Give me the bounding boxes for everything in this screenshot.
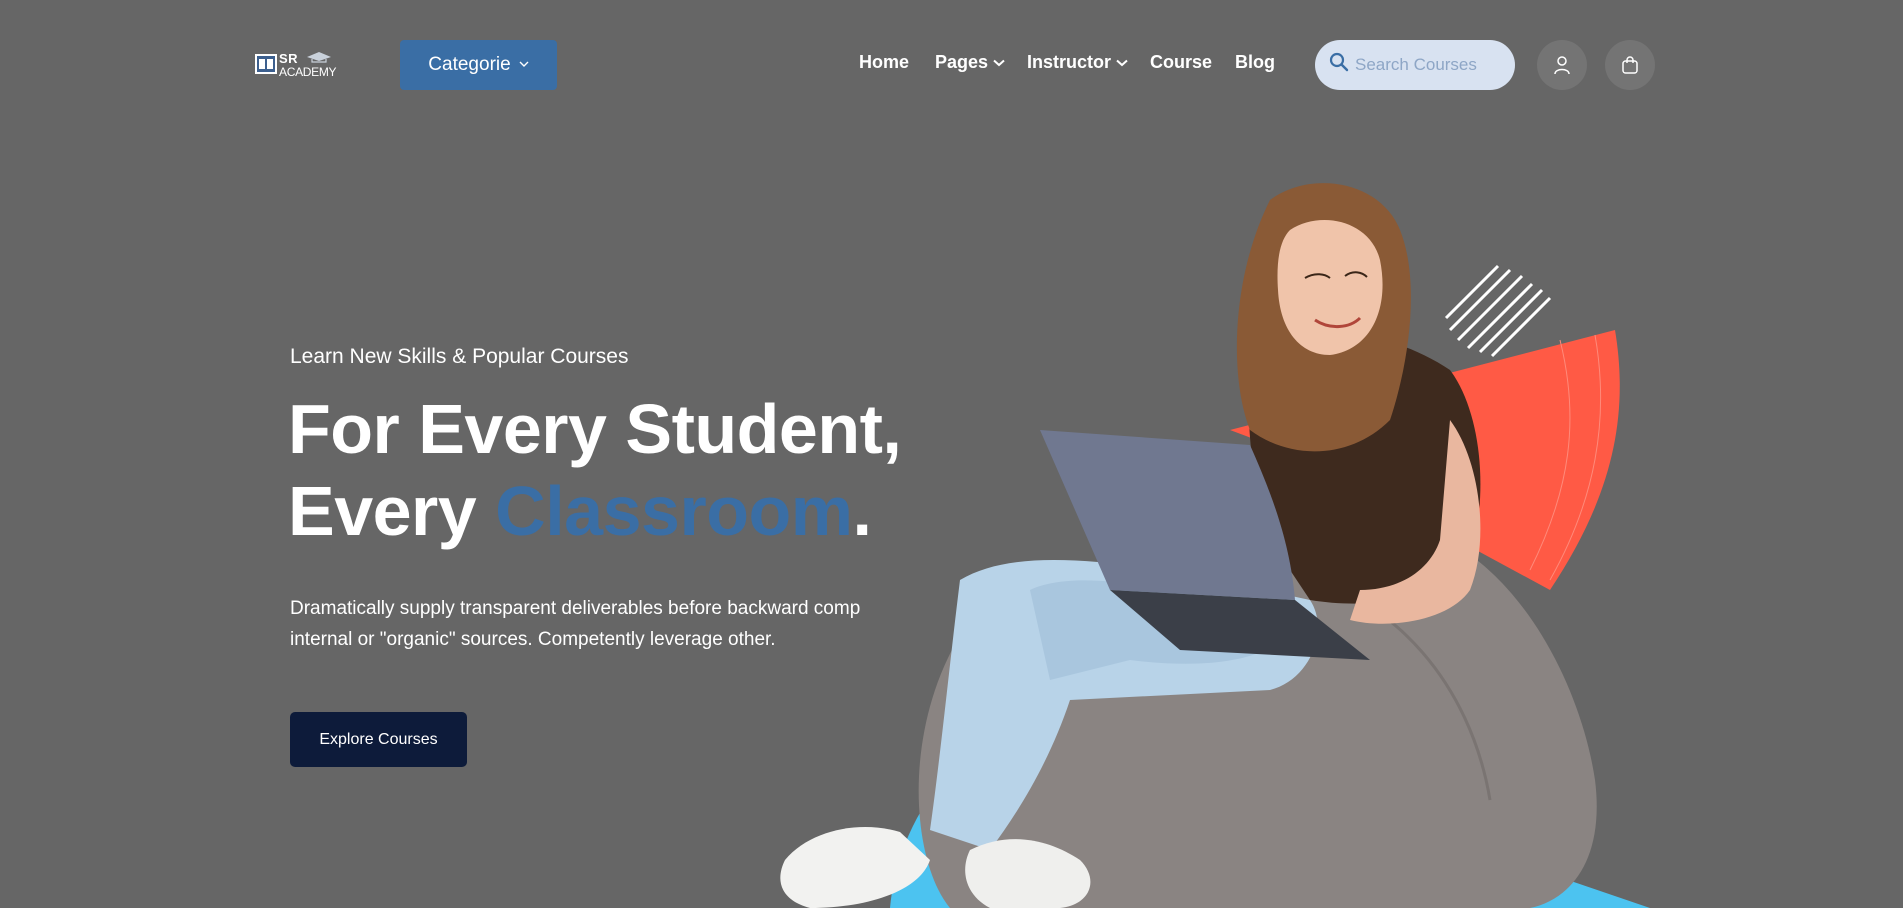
nav-home[interactable]: Home — [859, 52, 909, 73]
chevron-down-icon — [519, 61, 529, 67]
search-input[interactable] — [1353, 54, 1507, 76]
logo-text-line2: ACADEMY — [279, 65, 337, 79]
site-logo[interactable]: SR ACADEMY — [253, 50, 337, 80]
nav-instructor-label: Instructor — [1027, 52, 1112, 72]
hero-illustration — [780, 183, 1650, 908]
nav-course-label: Course — [1150, 52, 1213, 72]
explore-courses-button[interactable]: Explore Courses — [290, 712, 467, 767]
student-face — [1277, 220, 1383, 355]
chevron-down-icon — [993, 59, 1005, 66]
shopping-bag-icon — [1622, 56, 1638, 74]
nav-blog-label: Blog — [1235, 52, 1275, 72]
hero-kicker: Learn New Skills & Popular Courses — [290, 345, 629, 368]
cart-button[interactable] — [1605, 40, 1655, 90]
category-dropdown-button[interactable]: Categorie — [400, 40, 557, 90]
search-icon[interactable] — [1329, 52, 1349, 72]
nav-blog[interactable]: Blog — [1235, 52, 1275, 73]
graduation-cap-icon — [307, 52, 331, 63]
book-logo-icon — [255, 54, 277, 74]
category-button-label: Categorie — [428, 54, 511, 75]
user-icon — [1554, 56, 1570, 75]
nav-course[interactable]: Course — [1150, 52, 1212, 73]
nav-pages[interactable]: Pages — [935, 52, 1005, 73]
nav-home-label: Home — [859, 52, 910, 72]
logo-text-line1: SR — [279, 51, 299, 66]
account-button[interactable] — [1537, 40, 1587, 90]
striped-circle-decoration — [1444, 264, 1552, 358]
chevron-down-icon — [1116, 59, 1128, 66]
search-box[interactable] — [1315, 40, 1515, 90]
nav-instructor[interactable]: Instructor — [1027, 52, 1128, 73]
nav-pages-label: Pages — [935, 52, 989, 72]
headline-line2-prefix: Every — [288, 472, 496, 550]
